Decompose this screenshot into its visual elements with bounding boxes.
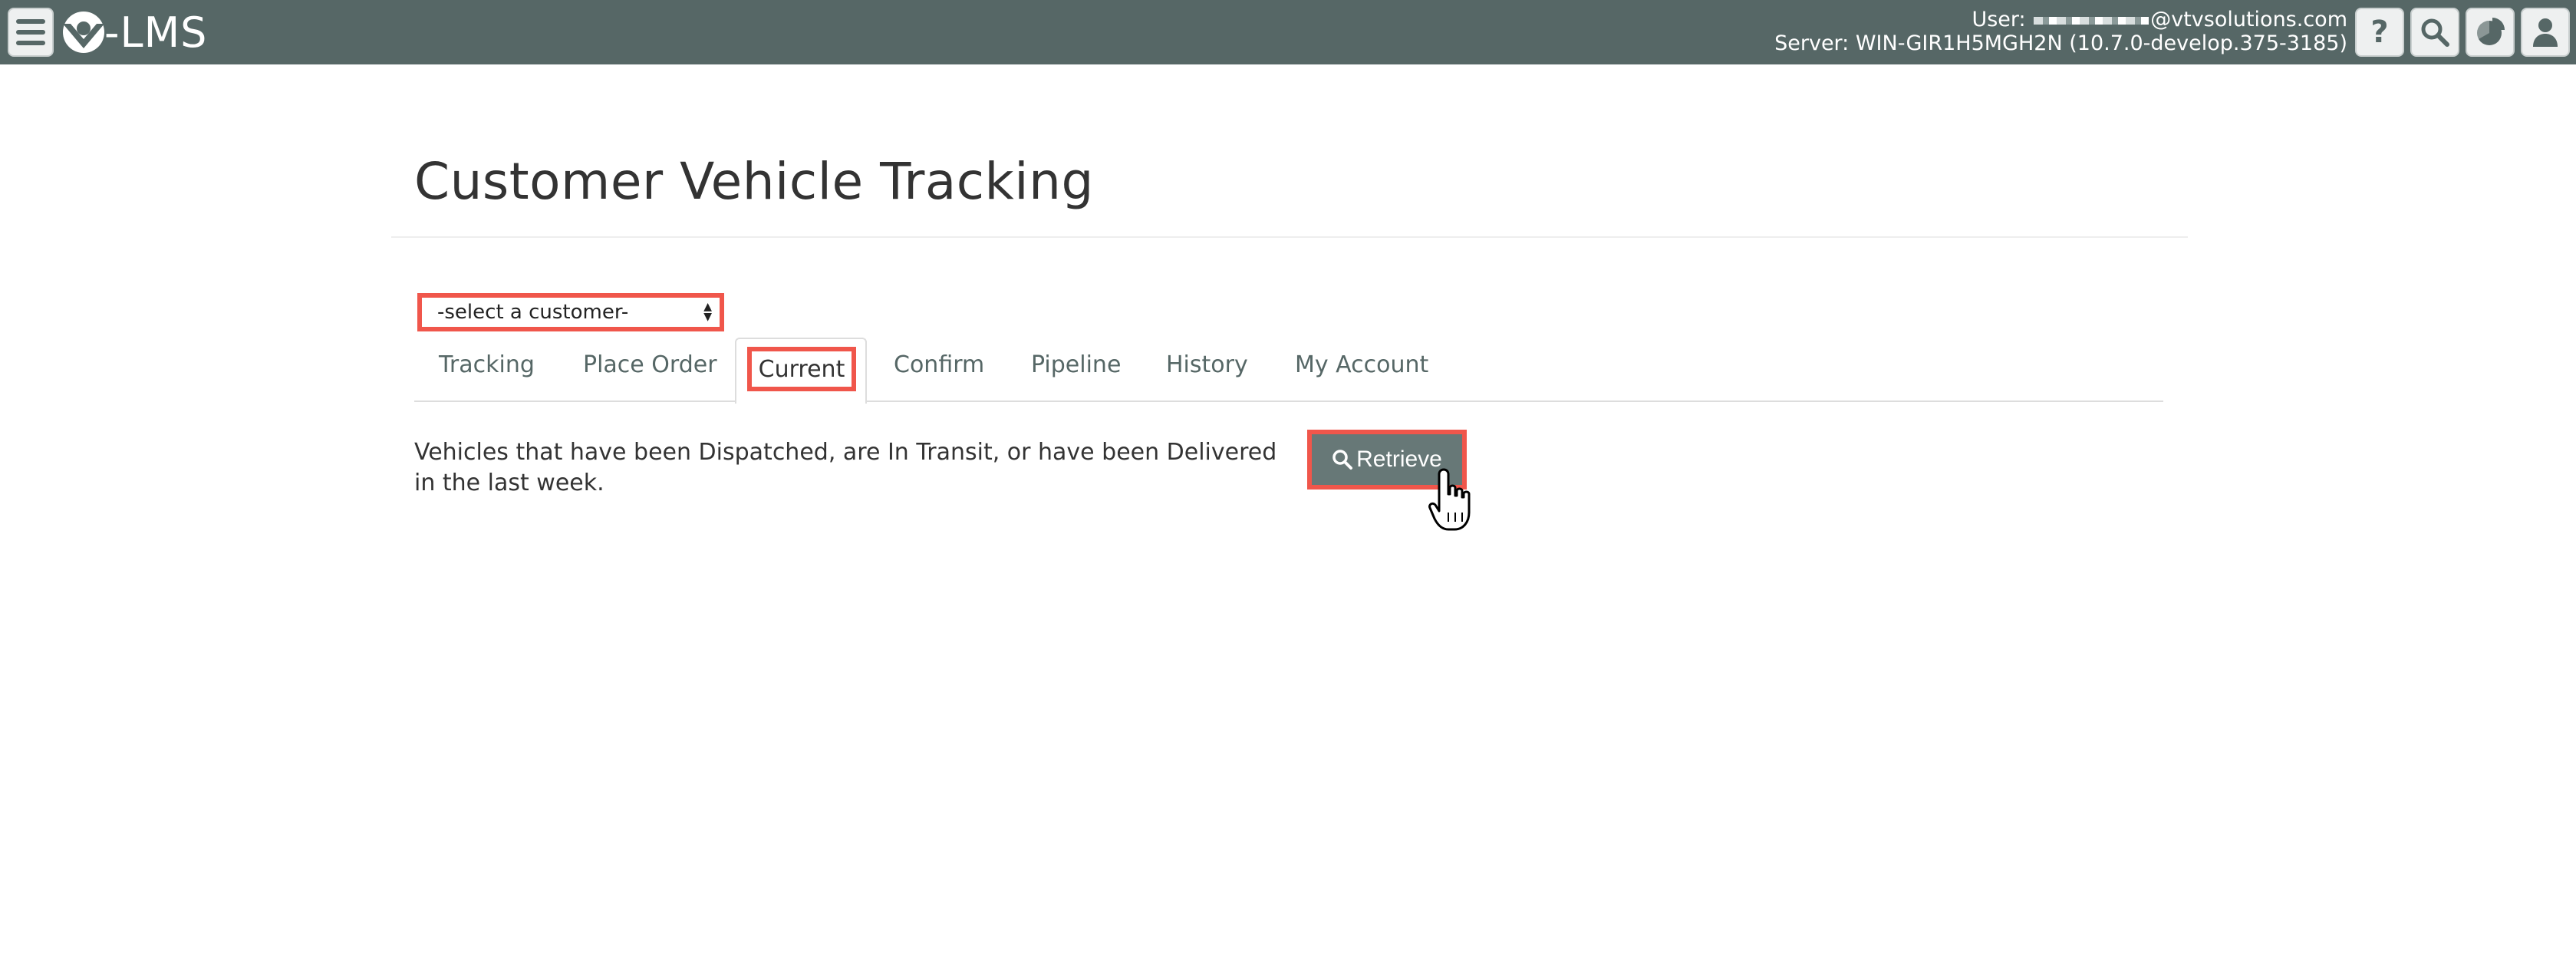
tab-bar: Tracking Place Order Current Confirm Pip… [414, 338, 2163, 404]
pie-chart-icon[interactable] [2466, 8, 2515, 57]
tab-tracking[interactable]: Tracking [439, 351, 535, 378]
help-glyph: ? [2370, 15, 2389, 50]
top-navigation-bar: -LMS User: @vtvsolutions.com Server: WIN… [0, 0, 2576, 64]
customer-select[interactable]: -select a customer- ▲ ▼ [417, 293, 724, 331]
app-logo[interactable]: -LMS [60, 6, 207, 58]
person-icon [2533, 18, 2558, 47]
pie-chart-glyph-icon [2476, 18, 2505, 45]
tab-history[interactable]: History [1166, 351, 1248, 378]
help-icon[interactable]: ? [2355, 8, 2404, 57]
tab-current-label: Current [758, 355, 845, 383]
select-arrows-icon: ▲ ▼ [703, 301, 712, 323]
magnifier-icon [2421, 18, 2449, 47]
current-description: Vehicles that have been Dispatched, are … [414, 439, 1277, 496]
logo-mark-icon [63, 12, 104, 53]
logo-text: -LMS [104, 8, 208, 57]
user-server-info: User: @vtvsolutions.com Server: WIN-GIR1… [1774, 8, 2347, 55]
hand-cursor-icon [1428, 468, 1471, 531]
user-line: User: @vtvsolutions.com [1774, 8, 2347, 31]
search-icon [1332, 450, 1353, 470]
header-divider [391, 236, 2188, 238]
user-prefix: User: [1972, 8, 2026, 31]
tab-my-account[interactable]: My Account [1295, 351, 1428, 378]
customer-select-value: -select a customer- [437, 301, 629, 324]
tab-current[interactable]: Current [747, 347, 856, 391]
server-line: Server: WIN-GIR1H5MGH2N (10.7.0-develop.… [1774, 31, 2347, 55]
top-icon-group: ? [2355, 8, 2570, 57]
tab-place-order[interactable]: Place Order [583, 351, 717, 378]
user-email-suffix: @vtvsolutions.com [2150, 8, 2347, 31]
user-icon[interactable] [2521, 8, 2570, 57]
tab-pipeline[interactable]: Pipeline [1031, 351, 1121, 378]
search-icon[interactable] [2410, 8, 2459, 57]
page-title: Customer Vehicle Tracking [414, 152, 1094, 211]
menu-icon[interactable] [8, 8, 54, 57]
redacted-username [2034, 16, 2149, 25]
tab-confirm[interactable]: Confirm [894, 351, 984, 378]
